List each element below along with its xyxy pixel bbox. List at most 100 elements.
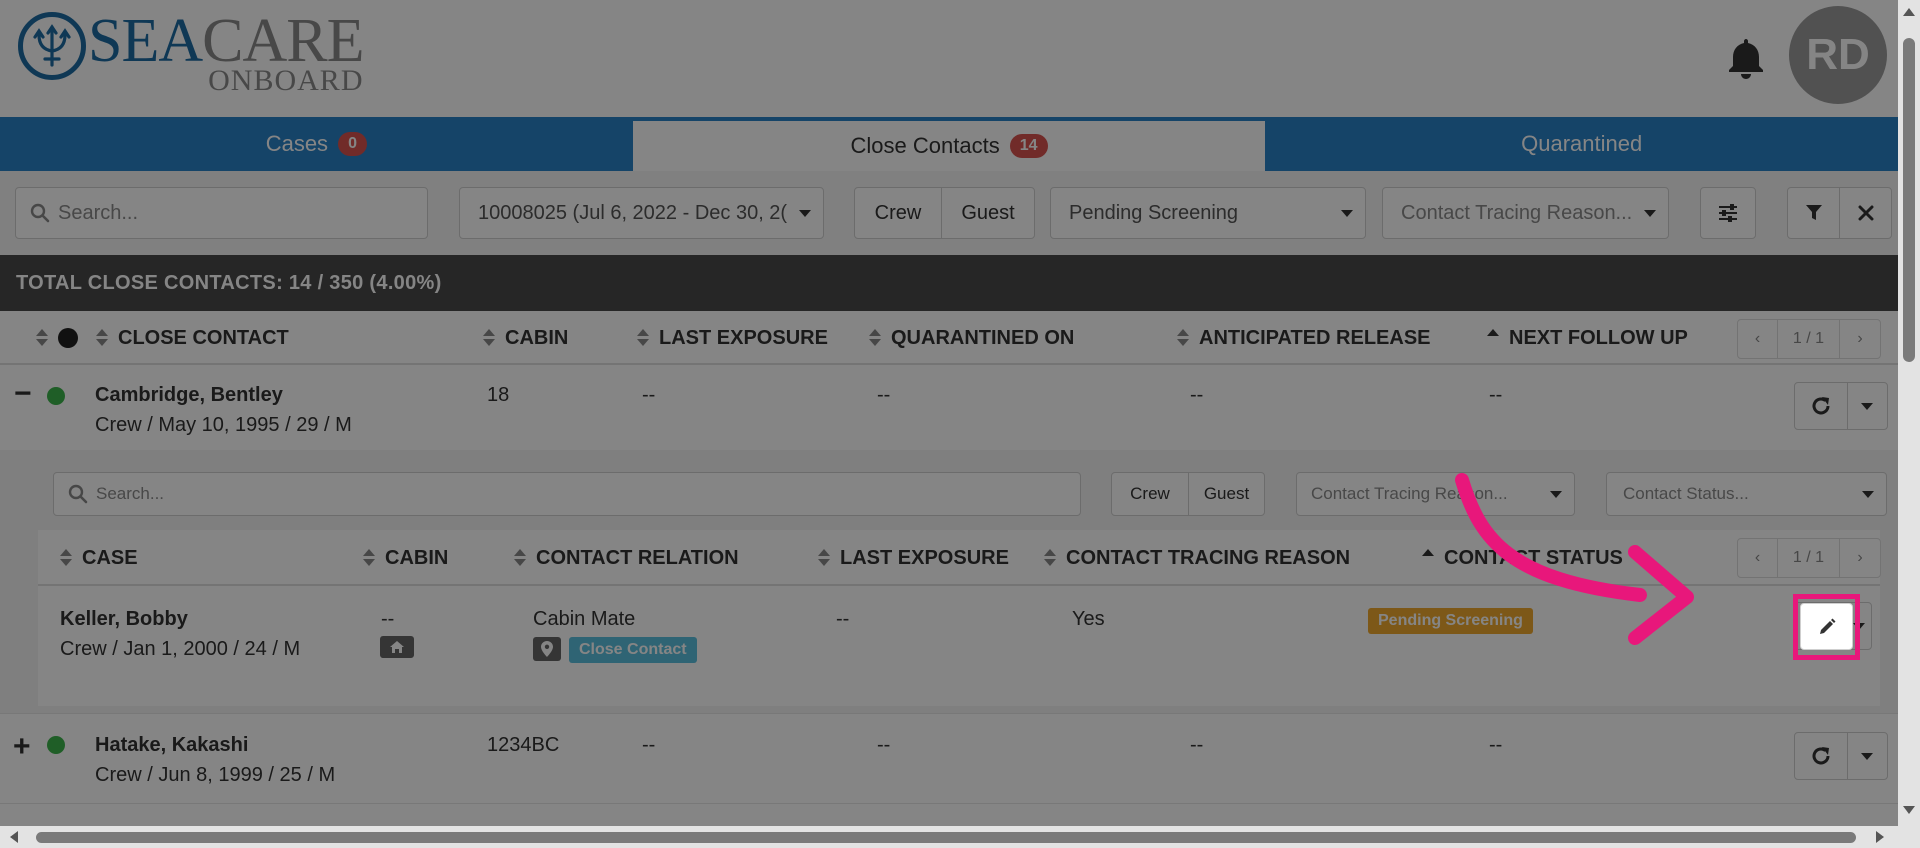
column-label: CONTACT STATUS: [1444, 546, 1623, 569]
sort-icon: [1044, 549, 1056, 567]
edit-contact-button[interactable]: [1800, 603, 1853, 650]
table-row[interactable]: − Cambridge, Bentley Crew / May 10, 1995…: [0, 365, 1898, 450]
subtable-search-input[interactable]: Search...: [53, 472, 1081, 516]
filter-button[interactable]: [1787, 187, 1840, 239]
sort-icon: [96, 329, 108, 347]
sort-icon: [869, 329, 881, 347]
contact-tracing-reason-select[interactable]: Contact Tracing Reason...: [1382, 187, 1669, 239]
contact-name: Cambridge, Bentley: [95, 384, 283, 406]
column-anticipated-release[interactable]: ANTICIPATED RELEASE: [1177, 311, 1431, 365]
column-last-exposure[interactable]: LAST EXPOSURE: [818, 530, 1009, 586]
status-select[interactable]: Pending Screening: [1050, 187, 1366, 239]
relation-tag: Close Contact: [569, 637, 697, 663]
refresh-icon: [1812, 747, 1830, 765]
scroll-left-icon[interactable]: [10, 831, 18, 843]
expand-row-button[interactable]: +: [13, 732, 31, 762]
column-quarantined-on[interactable]: QUARANTINED ON: [869, 311, 1074, 365]
column-last-exposure[interactable]: LAST EXPOSURE: [637, 311, 828, 365]
sort-status-column[interactable]: [36, 311, 78, 365]
column-label: CASE: [82, 546, 138, 569]
column-label: CONTACT TRACING REASON: [1066, 546, 1351, 569]
column-cabin[interactable]: CABIN: [483, 311, 568, 365]
collapse-row-button[interactable]: −: [14, 379, 32, 409]
row-actions-dropdown[interactable]: [1848, 383, 1887, 429]
guest-filter-button[interactable]: Guest: [941, 187, 1035, 239]
case-cabin-value: --: [381, 608, 395, 630]
scroll-down-icon[interactable]: [1903, 806, 1915, 814]
tab-label: Quarantined: [1521, 131, 1643, 156]
chevron-down-icon: [1861, 752, 1874, 760]
anticipated-release-value: --: [1190, 384, 1204, 406]
sort-icon: [818, 549, 830, 567]
user-avatar[interactable]: RD: [1789, 6, 1887, 104]
voyage-select[interactable]: 10008025 (Jul 6, 2022 - Dec 30, 2(: [459, 187, 824, 239]
filter-bar: Search... 10008025 (Jul 6, 2022 - Dec 30…: [0, 171, 1898, 255]
contact-status-badge: Pending Screening: [1368, 608, 1533, 634]
pager-next-button[interactable]: ›: [1840, 320, 1880, 358]
column-cabin[interactable]: CABIN: [363, 530, 448, 586]
pager-next-button[interactable]: ›: [1840, 539, 1880, 577]
quarantined-on-value: --: [877, 734, 891, 756]
pencil-icon: [1819, 618, 1835, 634]
column-next-follow-up[interactable]: NEXT FOLLOW UP: [1487, 311, 1688, 365]
column-label: CABIN: [385, 546, 449, 569]
pager-prev-button[interactable]: ‹: [1738, 320, 1778, 358]
horizontal-scrollbar[interactable]: [0, 826, 1898, 848]
cabin-value: 1234BC: [487, 734, 560, 756]
sort-icon: [60, 549, 72, 567]
table-row[interactable]: + Hatake, Kakashi Crew / Jun 8, 1999 / 2…: [0, 713, 1898, 803]
scrollbar-thumb[interactable]: [1903, 38, 1915, 362]
row-actions: [1794, 732, 1888, 780]
scroll-right-icon[interactable]: [1876, 831, 1884, 843]
subtable-contact-status-select[interactable]: Contact Status...: [1606, 472, 1887, 516]
last-exposure-value: --: [642, 734, 656, 756]
seacare-logo[interactable]: SEACARE ONBOARD: [18, 10, 365, 96]
reason-placeholder: Contact Tracing Reason...: [1311, 484, 1508, 503]
refresh-button[interactable]: [1795, 383, 1848, 429]
column-label: QUARANTINED ON: [891, 326, 1075, 349]
row-actions: [1794, 382, 1888, 430]
crew-filter-button[interactable]: Crew: [854, 187, 942, 239]
scrollbar-thumb[interactable]: [36, 832, 1856, 843]
subtable-reason-select[interactable]: Contact Tracing Reason...: [1296, 472, 1575, 516]
main-tabs: Cases 0 Close Contacts 14 Quarantined: [0, 117, 1898, 171]
column-contact-tracing-reason[interactable]: CONTACT TRACING REASON: [1044, 530, 1350, 586]
case-details: Crew / Jan 1, 2000 / 24 / M: [60, 638, 301, 660]
close-contacts-table-header: CLOSE CONTACT CABIN LAST EXPOSURE QUARAN…: [0, 311, 1898, 365]
subtable-pager: ‹ 1 / 1 ›: [1737, 538, 1881, 578]
tab-label: Close Contacts: [850, 133, 1000, 158]
notifications-bell-icon[interactable]: [1726, 36, 1766, 80]
column-contact-relation[interactable]: CONTACT RELATION: [514, 530, 739, 586]
scroll-up-icon[interactable]: [1903, 8, 1915, 16]
column-label: ANTICIPATED RELEASE: [1199, 326, 1431, 349]
vertical-scrollbar[interactable]: [1898, 0, 1920, 848]
tab-close-contacts[interactable]: Close Contacts 14: [632, 117, 1266, 171]
search-input[interactable]: Search...: [15, 187, 428, 239]
refresh-button[interactable]: [1795, 733, 1848, 779]
column-label: NEXT FOLLOW UP: [1509, 326, 1688, 349]
column-label: CABIN: [505, 326, 569, 349]
column-settings-button[interactable]: [1700, 187, 1756, 239]
column-contact-status[interactable]: CONTACT STATUS: [1422, 530, 1623, 586]
anticipated-release-value: --: [1190, 734, 1204, 756]
table-row-partial: [0, 803, 1898, 826]
column-label: LAST EXPOSURE: [840, 546, 1009, 569]
column-close-contact[interactable]: CLOSE CONTACT: [96, 311, 289, 365]
chevron-down-icon: [1644, 210, 1656, 217]
tab-quarantined[interactable]: Quarantined: [1265, 117, 1898, 171]
column-case[interactable]: CASE: [60, 530, 138, 586]
last-exposure-value: --: [642, 384, 656, 406]
row-actions-dropdown[interactable]: [1848, 733, 1887, 779]
column-label: CONTACT RELATION: [536, 546, 739, 569]
sort-asc-icon: [1422, 549, 1434, 567]
chevron-down-icon: [1550, 491, 1562, 498]
pager-prev-button[interactable]: ‹: [1738, 539, 1778, 577]
sort-icon: [637, 329, 649, 347]
count-badge: 0: [338, 132, 367, 156]
tab-cases[interactable]: Cases 0: [0, 117, 633, 171]
clear-filters-button[interactable]: [1839, 187, 1892, 239]
subtable-crew-button[interactable]: Crew: [1111, 472, 1189, 516]
sliders-icon: [1719, 204, 1737, 222]
contact-tracing-reason-value: Yes: [1072, 608, 1105, 630]
subtable-guest-button[interactable]: Guest: [1188, 472, 1265, 516]
